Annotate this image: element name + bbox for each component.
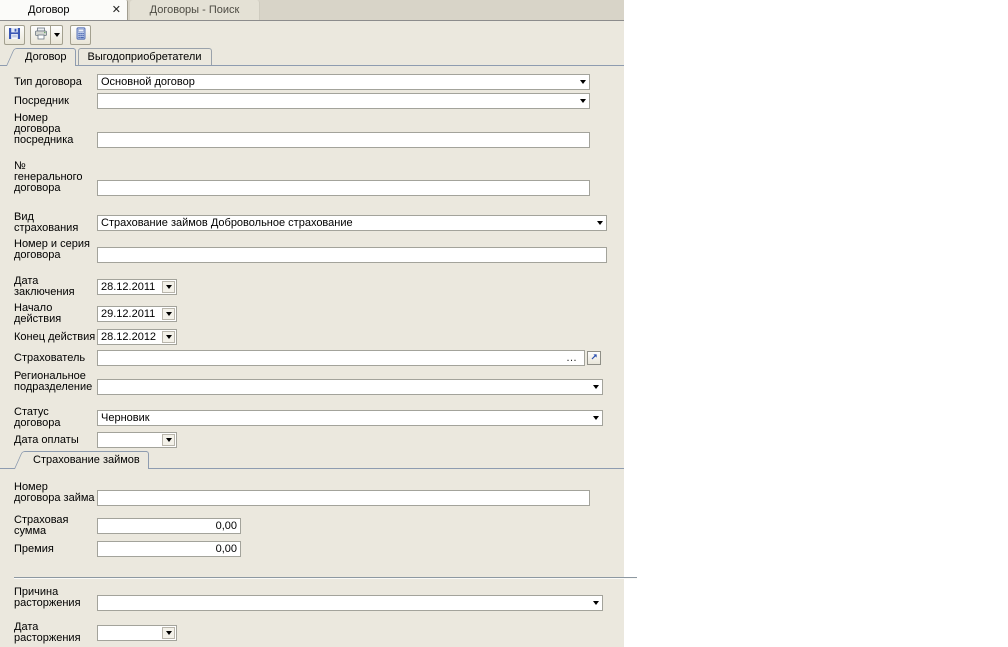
dropdown-arrow-icon xyxy=(593,385,599,389)
payment-date-picker[interactable] xyxy=(97,432,177,448)
loan-number-input[interactable] xyxy=(97,490,590,506)
general-number-input[interactable] xyxy=(97,180,590,196)
page-tab-beneficiaries-label: Выгодоприобретатели xyxy=(88,51,202,63)
contract-number-series-label: Номер и серия договора xyxy=(14,238,97,263)
conclusion-date-picker[interactable]: 28.12.2011 xyxy=(97,279,177,295)
contract-status-label: Статус договора xyxy=(14,406,97,429)
save-button[interactable] xyxy=(4,25,25,45)
loan-tabstrip: Страхование займов xyxy=(0,452,624,469)
termination-reason-label: Причина расторжения xyxy=(14,586,97,611)
premium-label: Премия xyxy=(14,543,97,555)
insured-sum-label: Страховая сумма xyxy=(14,514,97,537)
dropdown-arrow-icon xyxy=(166,312,172,316)
contract-type-label: Тип договора xyxy=(14,76,97,88)
browse-ellipsis-button[interactable]: … xyxy=(566,354,581,362)
page-tab-contract[interactable]: Договор xyxy=(16,48,76,65)
save-icon xyxy=(8,27,21,43)
dropdown-arrow-icon xyxy=(166,438,172,442)
contract-number-series-input[interactable] xyxy=(97,247,607,263)
loan-number-label: Номер договора займа xyxy=(14,481,97,506)
start-date-picker[interactable]: 29.12.2011 xyxy=(97,306,177,322)
dropdown-arrow-icon xyxy=(166,631,172,635)
page-tab-beneficiaries[interactable]: Выгодоприобретатели xyxy=(78,48,212,65)
contract-status-value: Черновик xyxy=(101,412,589,424)
conclusion-date-label: Дата заключения xyxy=(14,275,97,298)
close-icon[interactable]: ✕ xyxy=(112,5,121,15)
insurance-kind-value: Страхование займов Добровольное страхова… xyxy=(101,217,593,229)
insurance-kind-label: Вид страхования xyxy=(14,211,97,234)
tab-contracts-search[interactable]: Договоры - Поиск xyxy=(130,0,260,20)
print-button[interactable] xyxy=(30,25,51,45)
page-tab-contract-label: Договор xyxy=(25,51,67,63)
termination-date-label: Дата расторжения xyxy=(14,621,97,644)
dropdown-arrow-icon xyxy=(166,335,172,339)
tab-contracts-search-label: Договоры - Поиск xyxy=(150,4,240,16)
contract-type-select[interactable]: Основной договор xyxy=(97,74,590,90)
tab-contract[interactable]: Договор ✕ xyxy=(0,0,128,20)
start-date-label: Начало действия xyxy=(14,302,97,325)
end-date-picker[interactable]: 28.12.2012 xyxy=(97,329,177,345)
termination-reason-select[interactable] xyxy=(97,595,603,611)
dropdown-arrow-icon xyxy=(580,99,586,103)
calculator-button[interactable] xyxy=(70,25,91,45)
intermediary-select[interactable] xyxy=(97,93,590,109)
section-separator xyxy=(14,577,637,579)
dropdown-arrow-icon xyxy=(593,601,599,605)
premium-input[interactable] xyxy=(97,541,241,557)
payment-date-label: Дата оплаты xyxy=(14,434,97,446)
intermediary-number-label: Номер договора посредника xyxy=(14,112,97,148)
print-dropdown-button[interactable] xyxy=(51,25,63,45)
end-date-label: Конец действия xyxy=(14,331,97,343)
insured-label: Страхователь xyxy=(14,352,97,364)
toolbar xyxy=(0,21,624,48)
general-number-label: № генерального договора xyxy=(14,160,97,196)
dropdown-arrow-icon xyxy=(166,285,172,289)
regional-unit-select[interactable] xyxy=(97,379,603,395)
contract-status-select[interactable]: Черновик xyxy=(97,410,603,426)
contract-window: Договор ✕ Договоры - Поиск xyxy=(0,0,624,647)
intermediary-number-input[interactable] xyxy=(97,132,590,148)
start-date-value: 29.12.2011 xyxy=(101,308,162,320)
insured-sum-input[interactable] xyxy=(97,518,241,534)
open-insured-card-button[interactable] xyxy=(587,351,601,365)
dropdown-arrow-icon xyxy=(580,80,586,84)
end-date-value: 28.12.2012 xyxy=(101,331,162,343)
page-tabstrip: Договор Выгодоприобретатели xyxy=(0,48,624,66)
insurance-kind-select[interactable]: Страхование займов Добровольное страхова… xyxy=(97,215,607,231)
chevron-down-icon xyxy=(54,33,60,37)
intermediary-label: Посредник xyxy=(14,95,97,107)
open-card-arrow-icon xyxy=(590,352,599,364)
tab-contract-label: Договор xyxy=(28,4,70,16)
calculator-icon xyxy=(75,27,87,43)
loan-tab[interactable]: Страхование займов xyxy=(24,451,149,468)
insured-input[interactable]: … xyxy=(97,350,585,366)
conclusion-date-value: 28.12.2011 xyxy=(101,281,162,293)
contract-form: Тип договора Основной договор Посредник … xyxy=(0,74,624,647)
document-tabstrip: Договор ✕ Договоры - Поиск xyxy=(0,0,624,21)
dropdown-arrow-icon xyxy=(593,416,599,420)
regional-unit-label: Региональное подразделение xyxy=(14,370,97,395)
printer-icon xyxy=(34,27,48,43)
dropdown-arrow-icon xyxy=(597,221,603,225)
contract-type-value: Основной договор xyxy=(101,76,576,88)
termination-date-picker[interactable] xyxy=(97,625,177,641)
loan-tab-label: Страхование займов xyxy=(33,454,140,466)
